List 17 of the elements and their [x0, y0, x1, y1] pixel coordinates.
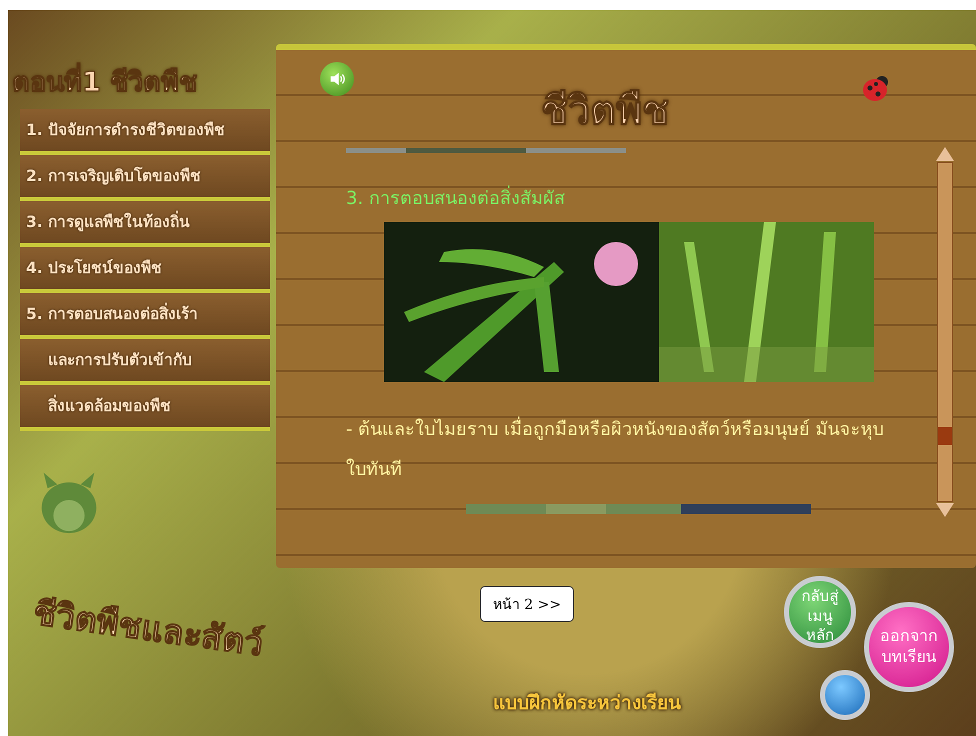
page-heading: ชีวิตพืช	[541, 87, 669, 136]
scrollbar[interactable]	[934, 146, 956, 518]
menu-item[interactable]: 4. ประโยชน์ของพืช	[20, 247, 270, 293]
sound-button[interactable]	[320, 62, 354, 96]
menu-item[interactable]: 2. การเจริญเติบโตของพืช	[20, 155, 270, 201]
scroll-thumb[interactable]	[938, 427, 952, 445]
menu-item[interactable]: 5. การตอบสนองต่อสิ่งเร้า และการปรับตัวเข้ากับ สิ่งแวดล้อมของพืช	[20, 293, 270, 431]
next-page-button[interactable]: หน้า 2 >>	[480, 586, 574, 622]
exit-button[interactable]: ออกจาก บทเรียน	[864, 602, 954, 692]
speaker-icon	[328, 70, 346, 88]
menu-item[interactable]: 3. การดูแลพืชในท้องถิ่น	[20, 201, 270, 247]
section-heading: 3. การตอบสนองต่อสิ่งสัมผัส	[346, 183, 565, 212]
main-menu-button[interactable]: กลับสู่ เมนูหลัก	[784, 576, 856, 648]
description-text: - ต้นและใบไมยราบ เมื่อถูกมือหรือผิวหนังของสัตว์หรือมนุษย์ มันจะหุบใบทันที	[346, 410, 886, 490]
menu-item[interactable]: 1. ปัจจัยการดำรงชีวิตของพืช	[20, 109, 270, 155]
chapter-title: ตอนที่1 ชีวิตพืช	[12, 60, 198, 103]
round-button[interactable]	[820, 670, 870, 720]
